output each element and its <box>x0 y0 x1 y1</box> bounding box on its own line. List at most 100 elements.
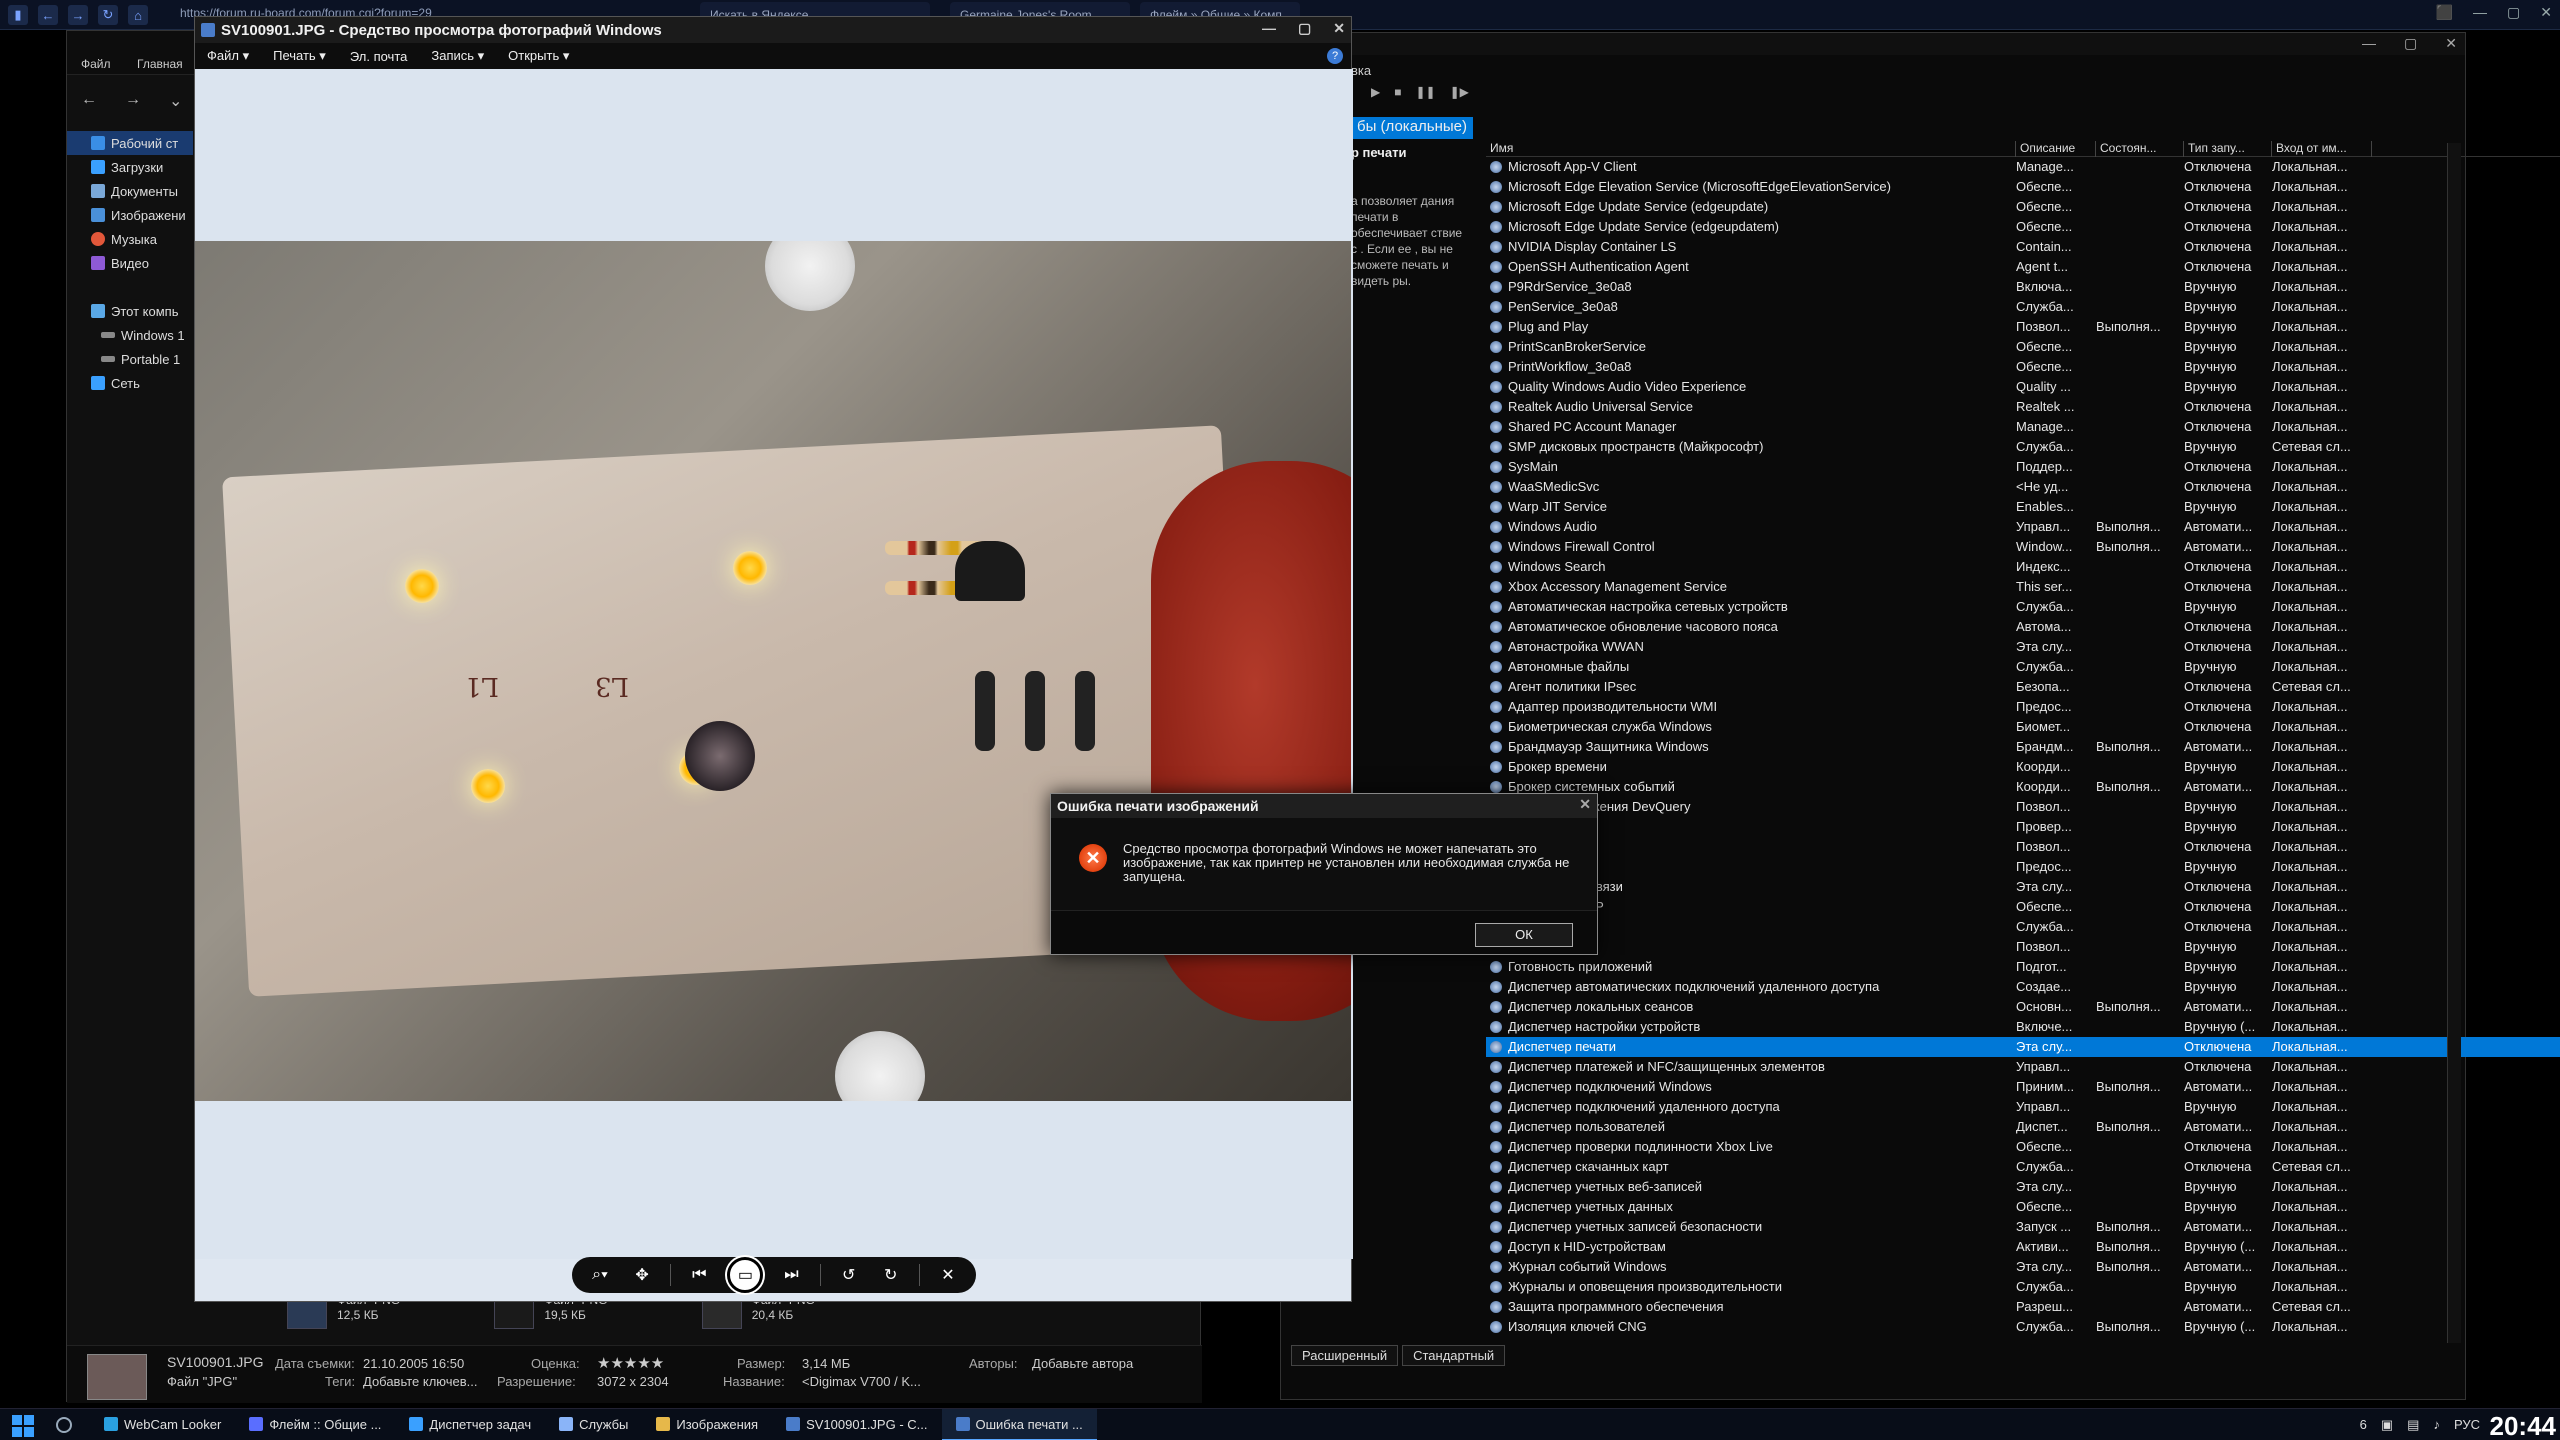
table-row[interactable]: Диспетчер автоматических подключений уда… <box>1486 977 2560 997</box>
tab-extended[interactable]: Расширенный <box>1291 1345 1399 1366</box>
table-row[interactable]: Диспетчер локальных сеансов Основн... Выпо… <box>1486 997 2560 1017</box>
close-icon[interactable]: ✕ <box>2540 4 2552 21</box>
table-row[interactable]: Диспетчер скачанных карт Служба... Отключе… <box>1486 1157 2560 1177</box>
tree-item-pictures[interactable]: Изображени <box>67 203 193 227</box>
menu-open[interactable]: Открыть ▾ <box>508 48 569 64</box>
help-icon[interactable]: ? <box>1327 48 1343 64</box>
chevron-down-icon[interactable]: ⌄ <box>169 91 182 111</box>
table-row[interactable]: Агент политики IPsec Безопа... Отключена Се… <box>1486 677 2560 697</box>
tree-item-music[interactable]: Музыка <box>67 227 193 251</box>
tree-item-drive-windows[interactable]: Windows 1 <box>67 323 193 347</box>
table-row[interactable]: Windows Search Индекс... Отключена Локальна… <box>1486 557 2560 577</box>
details-rating-stars[interactable]: ★★★★★ <box>597 1354 664 1372</box>
table-row[interactable]: Позвол... Отключена Локальная... <box>1486 837 2560 857</box>
rotate-left-icon[interactable]: ↺ <box>835 1261 863 1289</box>
table-row[interactable]: Защита программного обеспечения Разреш...… <box>1486 1297 2560 1317</box>
table-row[interactable]: Готовность приложений Подгот... Вручную Лок… <box>1486 957 2560 977</box>
details-date[interactable]: 21.10.2005 16:50 <box>363 1356 464 1371</box>
taskbar-app[interactable]: Службы <box>545 1409 642 1440</box>
slideshow-icon[interactable]: ▭ <box>727 1257 764 1293</box>
table-row[interactable]: ...мобильной связиЭта слу...ОтключенаЛок… <box>1486 877 2560 897</box>
details-authors[interactable]: Добавьте автора <box>1032 1356 1133 1371</box>
table-row[interactable]: PrintWorkflow_3e0a8 Обеспе... Вручную Локал… <box>1486 357 2560 377</box>
column-header-status[interactable]: Состоян... <box>2096 141 2184 157</box>
tray-icon[interactable]: ▣ <box>2381 1417 2393 1433</box>
table-row[interactable]: ...еркаПровер...ВручнуюЛокальная... <box>1486 817 2560 837</box>
table-row[interactable]: SysMain Поддер... Отключена Локальная... <box>1486 457 2560 477</box>
table-row[interactable]: Microsoft Edge Update Service (edgeupdat… <box>1486 217 2560 237</box>
tree-item-documents[interactable]: Документы <box>67 179 193 203</box>
table-row[interactable]: Диспетчер проверки подлинности Xbox Live… <box>1486 1137 2560 1157</box>
table-row[interactable]: Диспетчер учетных данных Обеспе... Вручную… <box>1486 1197 2560 1217</box>
table-row[interactable]: Брокер времени Коорди... Вручную Локальная.… <box>1486 757 2560 777</box>
reload-icon[interactable]: ↻ <box>98 5 118 25</box>
table-row[interactable]: SMP дисковых пространств (Майкрософт) Слу… <box>1486 437 2560 457</box>
previous-icon[interactable]: ⏮ <box>685 1261 713 1289</box>
language-indicator[interactable]: РУС <box>2454 1417 2480 1433</box>
table-row[interactable]: Автоматическое обновление часового пояса… <box>1486 617 2560 637</box>
table-row[interactable]: Автонастройка WWAN Эта слу... Отключена Лок… <box>1486 637 2560 657</box>
tab-standard[interactable]: Стандартный <box>1402 1345 1506 1366</box>
network-icon[interactable]: ▤ <box>2407 1417 2419 1433</box>
table-row[interactable]: Журнал событий Windows Эта слу... Выполня.… <box>1486 1257 2560 1277</box>
tree-item-desktop[interactable]: Рабочий ст <box>67 131 193 155</box>
ribbon-tab-file[interactable]: Файл <box>81 57 111 71</box>
table-row[interactable]: Брокер системных событий Коорди... Выполня… <box>1486 777 2560 797</box>
table-row[interactable]: Изоляция ключей CNG Служба... Выполня... Вр… <box>1486 1317 2560 1337</box>
volume-icon[interactable]: ♪ <box>2433 1417 2440 1433</box>
next-icon[interactable]: ⏭ <box>777 1261 805 1289</box>
column-header-logon[interactable]: Вход от им... <box>2272 141 2372 157</box>
stop-icon[interactable]: ■ <box>1394 85 1401 99</box>
services-scrollbar[interactable] <box>2447 143 2461 1343</box>
menu-burn[interactable]: Запись ▾ <box>431 48 484 64</box>
fit-window-icon[interactable]: ✥ <box>628 1261 656 1289</box>
services-menu-fragment[interactable]: вка <box>1351 63 1371 78</box>
table-row[interactable]: Адаптер производительности WMI Предос... О… <box>1486 697 2560 717</box>
table-row[interactable]: Диспетчер платежей и NFC/защищенных элем… <box>1486 1057 2560 1077</box>
table-row[interactable]: Windows Firewall Control Window... Выполня… <box>1486 537 2560 557</box>
pause-icon[interactable]: ❚❚ <box>1415 85 1435 99</box>
column-header-startup[interactable]: Тип запу... <box>2184 141 2272 157</box>
tree-item-this-pc[interactable]: Этот компь <box>67 299 193 323</box>
table-row[interactable]: Realtek Audio Universal Service Realtek .… <box>1486 397 2560 417</box>
table-row[interactable]: Quality Windows Audio Video Experience Qu… <box>1486 377 2560 397</box>
table-row[interactable]: P9RdrService_3e0a8 Включа... Вручную Локаль… <box>1486 277 2560 297</box>
table-row[interactable]: Журналы и оповещения производительности С… <box>1486 1277 2560 1297</box>
column-header-description[interactable]: Описание <box>2016 141 2096 157</box>
play-icon[interactable]: ▶ <box>1371 85 1380 99</box>
table-row[interactable]: PenService_3e0a8 Служба... Вручную Локальна… <box>1486 297 2560 317</box>
forward-icon[interactable]: → <box>125 91 141 111</box>
table-row[interactable]: PrintScanBrokerService Обеспе... Вручную Ло… <box>1486 337 2560 357</box>
taskbar-app[interactable]: Диспетчер задач <box>395 1409 545 1440</box>
photo-image[interactable]: L1 L3 <box>195 241 1351 1101</box>
home-icon[interactable]: ⌂ <box>128 5 148 25</box>
maximize-icon[interactable]: ▢ <box>1298 20 1311 37</box>
taskbar-app[interactable]: Флейм :: Общие ... <box>235 1409 395 1440</box>
table-row[interactable]: Microsoft Edge Update Service (edgeupdat… <box>1486 197 2560 217</box>
back-icon[interactable]: ← <box>81 91 97 111</box>
menu-print[interactable]: Печать ▾ <box>273 48 326 64</box>
maximize-icon[interactable]: ▢ <box>2507 4 2520 21</box>
table-row[interactable]: Windows Audio Управл... Выполня... Автомати… <box>1486 517 2560 537</box>
table-row[interactable]: ...дискПредос...ВручнуюЛокальная... <box>1486 857 2560 877</box>
tree-item-downloads[interactable]: Загрузки <box>67 155 193 179</box>
search-icon[interactable] <box>56 1417 72 1433</box>
table-row[interactable]: ...вого обнаружения DevQuery Позвол... Вру… <box>1486 797 2560 817</box>
table-row[interactable]: Диспетчер учетных веб-записей Эта слу... В… <box>1486 1177 2560 1197</box>
table-row[interactable]: Диспетчер пользователей Диспет... Выполня.… <box>1486 1117 2560 1137</box>
maximize-icon[interactable]: ▢ <box>2404 35 2417 52</box>
taskbar-app[interactable]: WebCam Looker <box>90 1409 235 1440</box>
clock[interactable]: 20:44 <box>2490 1411 2557 1440</box>
table-row[interactable]: Доступ к HID-устройствам Активи... Выполня… <box>1486 1237 2560 1257</box>
close-icon[interactable]: ✕ <box>2445 35 2457 52</box>
table-row[interactable]: Xbox Accessory Management Service This se… <box>1486 577 2560 597</box>
sidebar-icon[interactable]: ▮ <box>8 5 28 25</box>
table-row[interactable]: ...ежимСлужба...ОтключенаЛокальная... <box>1486 917 2560 937</box>
tree-item-network[interactable]: Сеть <box>67 371 193 395</box>
table-row[interactable]: OpenSSH Authentication Agent Agent t... От… <box>1486 257 2560 277</box>
table-row[interactable]: Microsoft App-V Client Manage... Отключена… <box>1486 157 2560 177</box>
menu-email[interactable]: Эл. почта <box>350 49 408 64</box>
table-row[interactable]: NVIDIA Display Container LS Contain... Отк… <box>1486 237 2560 257</box>
table-row[interactable]: Автономные файлы Служба... Вручную Локальна… <box>1486 657 2560 677</box>
table-row[interactable]: Warp JIT Service Enables... Вручную Локальн… <box>1486 497 2560 517</box>
